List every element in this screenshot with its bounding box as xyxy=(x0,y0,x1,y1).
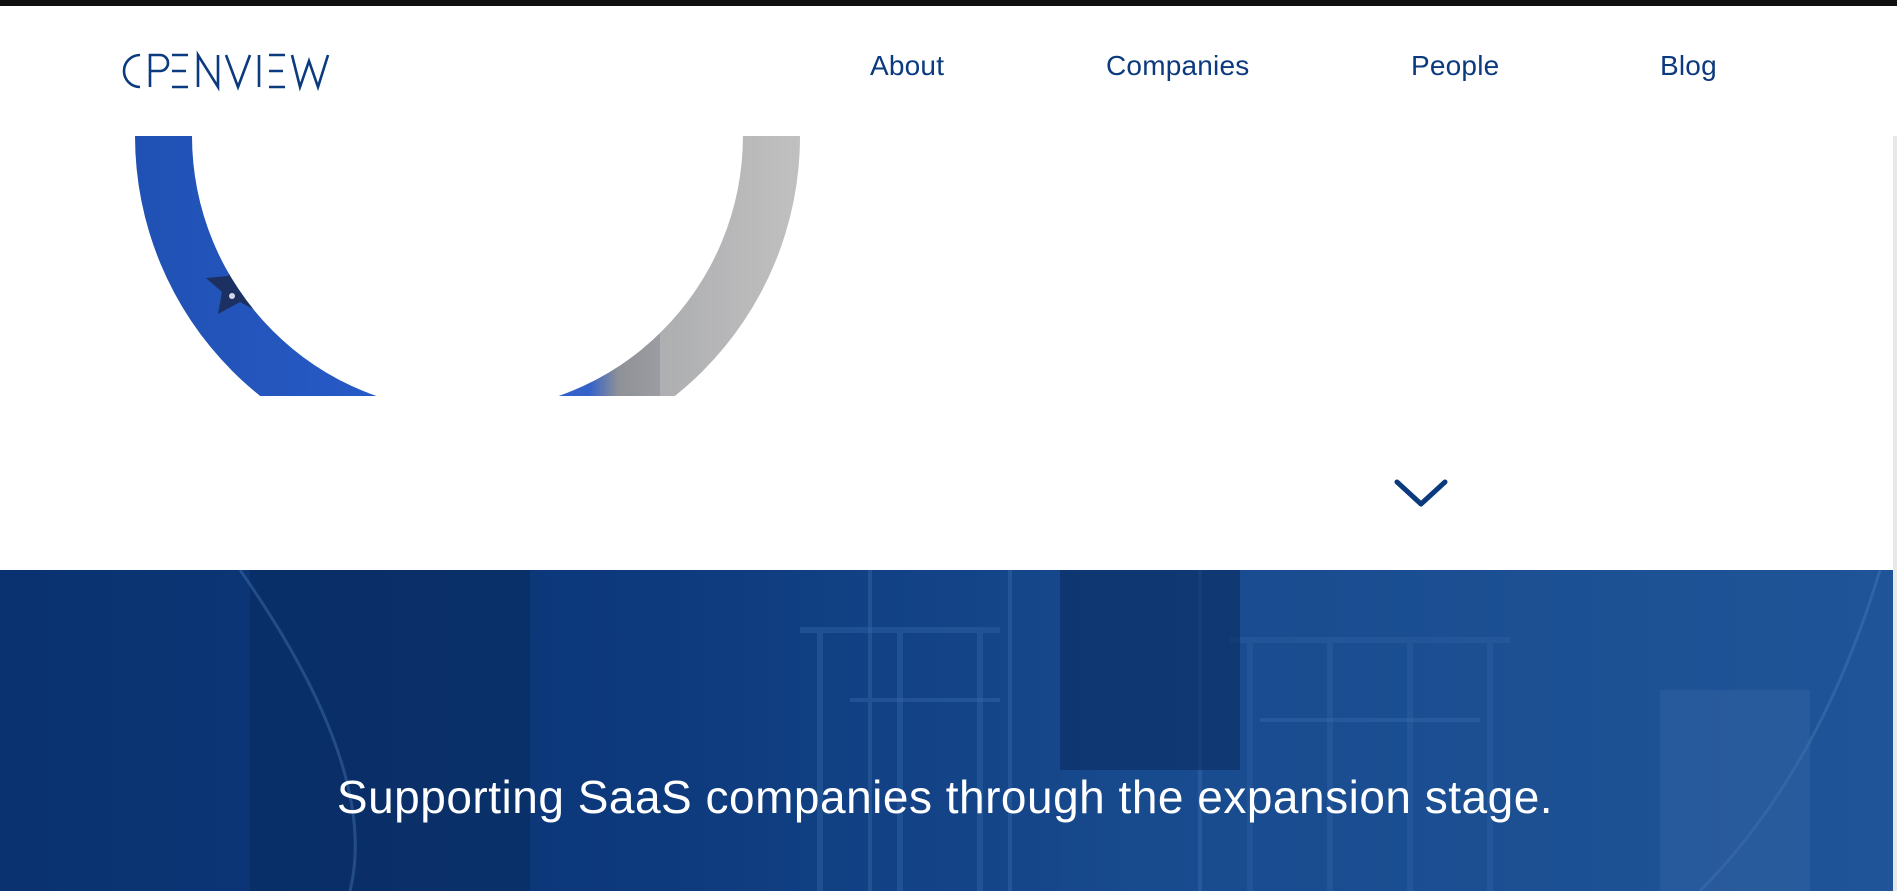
page-scrollbar[interactable] xyxy=(1893,6,1897,891)
banner-background-photo xyxy=(0,570,1897,891)
tagline-banner: Supporting SaaS companies through the ex… xyxy=(0,570,1897,891)
hero-section xyxy=(0,136,1897,570)
nav-companies[interactable]: Companies xyxy=(1106,50,1249,82)
nav-blog[interactable]: Blog xyxy=(1660,50,1717,82)
nav-about[interactable]: About xyxy=(870,50,944,82)
chevron-down-icon[interactable] xyxy=(1394,477,1448,511)
site-header: About Companies People Blog xyxy=(0,6,1897,136)
nav-people[interactable]: People xyxy=(1411,50,1499,82)
hero-ring-photo xyxy=(135,136,800,396)
logo-wordmark xyxy=(122,50,330,92)
tagline-heading: Supporting SaaS companies through the ex… xyxy=(336,771,1554,823)
openview-logo[interactable] xyxy=(116,49,338,93)
